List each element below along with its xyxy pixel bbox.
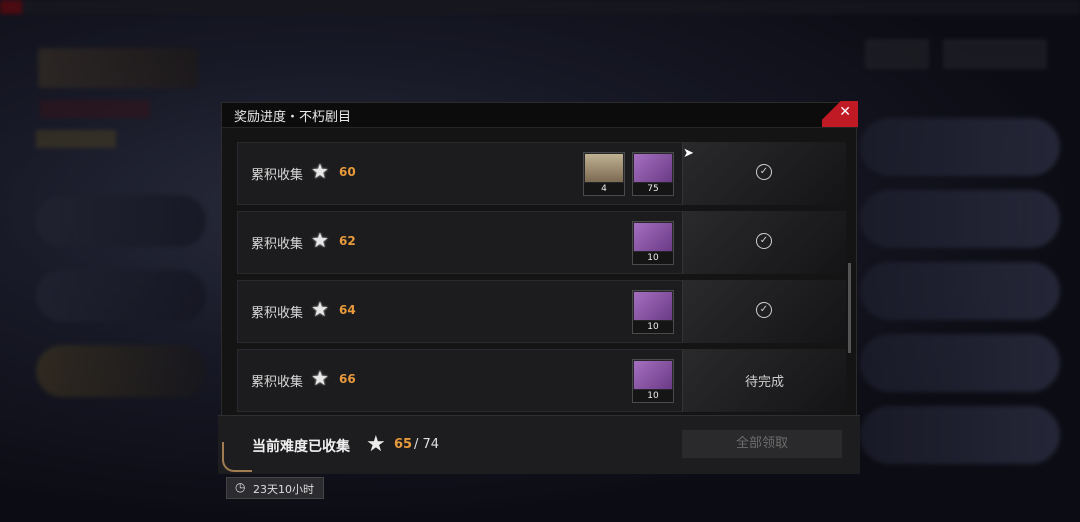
reward-item-box[interactable]: 10: [632, 290, 674, 334]
item-quantity: 10: [633, 321, 673, 333]
pending-status-text: 待完成: [744, 375, 784, 390]
supply-box-icon: [634, 361, 672, 389]
item-quantity: 10: [633, 252, 673, 264]
claim-status: ✓: [682, 280, 846, 343]
claim-status: ✓: [682, 211, 846, 274]
item-quantity: 4: [584, 183, 624, 195]
close-button[interactable]: ✕: [822, 101, 858, 127]
reward-item-box[interactable]: 10: [632, 221, 674, 265]
star-icon: ★: [311, 159, 329, 183]
mouse-cursor-icon: ➤: [683, 146, 694, 161]
star-icon: ★: [311, 297, 329, 321]
item-quantity: 75: [633, 183, 673, 195]
check-icon: ✓: [756, 302, 772, 318]
star-requirement: 64: [339, 303, 356, 317]
reward-row: 累积收集 ★ 62 10 ✓: [237, 211, 846, 274]
dialog-titlebar: 奖励进度・不朽剧目: [222, 103, 856, 128]
reward-row: 累积收集 ★ 64 10 ✓: [237, 280, 846, 343]
collected-total: / 74: [414, 437, 440, 452]
claim-all-button[interactable]: 全部领取: [682, 430, 842, 458]
dialog-footer: 当前难度已收集 ★ 65 / 74 全部领取: [218, 415, 860, 474]
star-icon: ★: [366, 432, 386, 457]
reward-progress-dialog: 奖励进度・不朽剧目 ✕ 累积收集 ★ 60 4 75 ✓ 累积收集 ★ 62 1…: [218, 101, 860, 474]
reward-item-box[interactable]: 10: [632, 359, 674, 403]
claim-status: ✓: [682, 142, 846, 205]
collected-label: 当前难度已收集: [252, 439, 350, 455]
row-label: 累积收集: [251, 306, 304, 321]
event-timer: ◷ 23天10小时: [226, 477, 324, 499]
star-icon: ★: [311, 366, 329, 390]
character-portrait-icon: [585, 154, 623, 182]
reward-item-box[interactable]: 75: [632, 152, 674, 196]
reward-row: 累积收集 ★ 60 4 75 ✓: [237, 142, 846, 205]
corner-ornament-icon: [222, 442, 252, 472]
item-quantity: 10: [633, 390, 673, 402]
star-requirement: 66: [339, 372, 356, 386]
supply-box-icon: [634, 292, 672, 320]
collected-count: 65: [394, 437, 413, 452]
row-label: 累积收集: [251, 375, 304, 390]
star-requirement: 62: [339, 234, 356, 248]
supply-box-icon: [634, 154, 672, 182]
timer-text: 23天10小时: [253, 483, 314, 496]
claim-status: 待完成: [682, 349, 846, 412]
scrollbar[interactable]: [848, 263, 851, 353]
row-label: 累积收集: [251, 168, 304, 183]
check-icon: ✓: [756, 233, 772, 249]
clock-icon: ◷: [235, 480, 246, 494]
supply-box-icon: [634, 223, 672, 251]
close-icon: ✕: [839, 104, 851, 120]
star-requirement: 60: [339, 165, 356, 179]
dialog-title: 奖励进度・不朽剧目: [234, 110, 352, 125]
check-icon: ✓: [756, 164, 772, 180]
reward-row: 累积收集 ★ 66 10 待完成: [237, 349, 846, 412]
row-label: 累积收集: [251, 237, 304, 252]
star-icon: ★: [311, 228, 329, 252]
reward-item-character[interactable]: 4: [583, 152, 625, 196]
